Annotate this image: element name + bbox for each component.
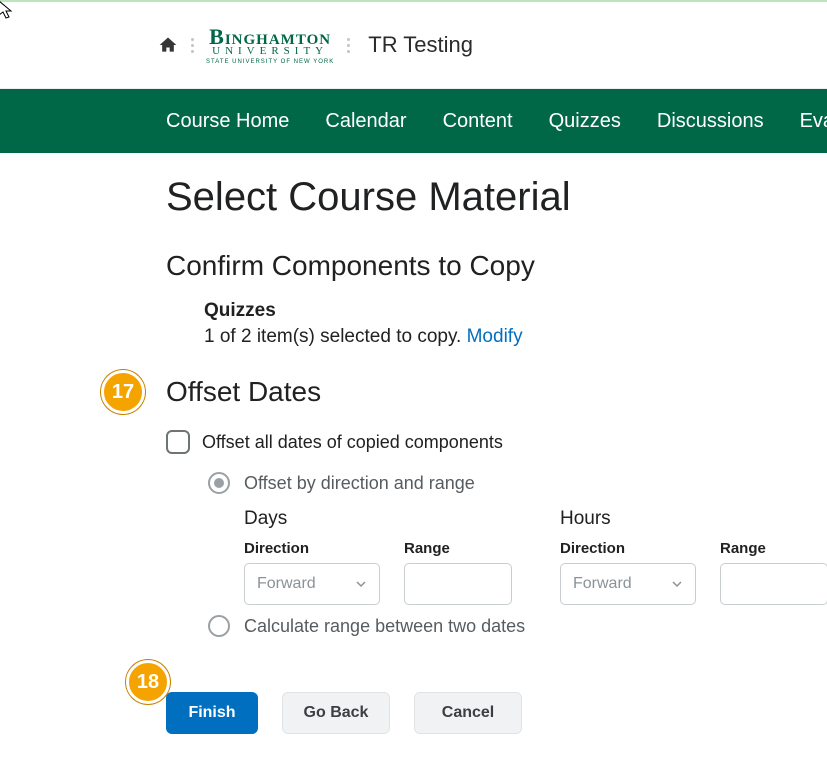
hours-direction-select[interactable]: Forward: [560, 563, 696, 605]
university-logo[interactable]: Binghamton UNIVERSITY State University o…: [206, 26, 334, 65]
hours-column: Hours Direction Forward Range: [560, 508, 827, 605]
offset-checkbox-row: Offset all dates of copied components: [166, 430, 827, 454]
hours-range-label: Range: [720, 540, 827, 557]
radio-calculate-range-label: Calculate range between two dates: [244, 616, 525, 637]
annotation-17: 17: [101, 370, 145, 414]
radio-calculate-row: Calculate range between two dates: [208, 615, 827, 637]
course-name[interactable]: TR Testing: [368, 32, 473, 58]
chevron-down-icon: [671, 578, 683, 590]
offset-all-checkbox[interactable]: [166, 430, 190, 454]
component-selection-text: 1 of 2 item(s) selected to copy.: [204, 326, 467, 347]
offset-units: Days Direction Forward Range: [208, 508, 827, 605]
separator-dots-icon: [346, 38, 350, 53]
confirm-heading: Confirm Components to Copy: [166, 250, 827, 282]
offset-all-label: Offset all dates of copied components: [202, 432, 503, 453]
top-bar: Binghamton UNIVERSITY State University o…: [0, 2, 827, 89]
hours-label: Hours: [560, 508, 827, 530]
logo-line2: UNIVERSITY: [212, 46, 328, 57]
home-icon[interactable]: [158, 35, 178, 55]
chevron-down-icon: [355, 578, 367, 590]
logo-line3: State University of New York: [206, 59, 334, 65]
days-direction-label: Direction: [244, 540, 380, 557]
radio-direction-range-label: Offset by direction and range: [244, 473, 475, 494]
nav-quizzes[interactable]: Quizzes: [549, 110, 621, 133]
offset-options: Offset by direction and range Days Direc…: [166, 472, 827, 637]
component-name: Quizzes: [204, 300, 827, 322]
nav-discussions[interactable]: Discussions: [657, 110, 764, 133]
days-column: Days Direction Forward Range: [244, 508, 512, 605]
mouse-cursor: [0, 0, 16, 22]
radio-direction-range[interactable]: [208, 472, 230, 494]
footer-buttons: Finish Go Back Cancel: [0, 692, 522, 734]
radio-direction-range-row: Offset by direction and range: [208, 472, 827, 494]
nav-evaluation[interactable]: Evaluation: [800, 110, 827, 133]
days-range-label: Range: [404, 540, 512, 557]
go-back-button[interactable]: Go Back: [282, 692, 390, 734]
days-label: Days: [244, 508, 512, 530]
hours-range-input[interactable]: [720, 563, 827, 605]
nav-course-home[interactable]: Course Home: [166, 110, 289, 133]
days-direction-value: Forward: [257, 575, 316, 593]
course-navbar: Course Home Calendar Content Quizzes Dis…: [0, 89, 827, 153]
hours-direction-value: Forward: [573, 575, 632, 593]
components-summary: Quizzes 1 of 2 item(s) selected to copy.…: [166, 300, 827, 348]
separator-dots-icon: [190, 38, 194, 53]
hours-direction-label: Direction: [560, 540, 696, 557]
finish-button[interactable]: Finish: [166, 692, 258, 734]
cancel-button[interactable]: Cancel: [414, 692, 522, 734]
days-range-input[interactable]: [404, 563, 512, 605]
component-line: 1 of 2 item(s) selected to copy. Modify: [204, 326, 827, 348]
nav-content[interactable]: Content: [443, 110, 513, 133]
offset-heading: Offset Dates: [166, 376, 827, 408]
nav-calendar[interactable]: Calendar: [325, 110, 406, 133]
modify-link[interactable]: Modify: [467, 326, 523, 347]
page-title: Select Course Material: [166, 175, 827, 220]
days-direction-select[interactable]: Forward: [244, 563, 380, 605]
annotation-18: 18: [126, 660, 170, 704]
radio-calculate-range[interactable]: [208, 615, 230, 637]
